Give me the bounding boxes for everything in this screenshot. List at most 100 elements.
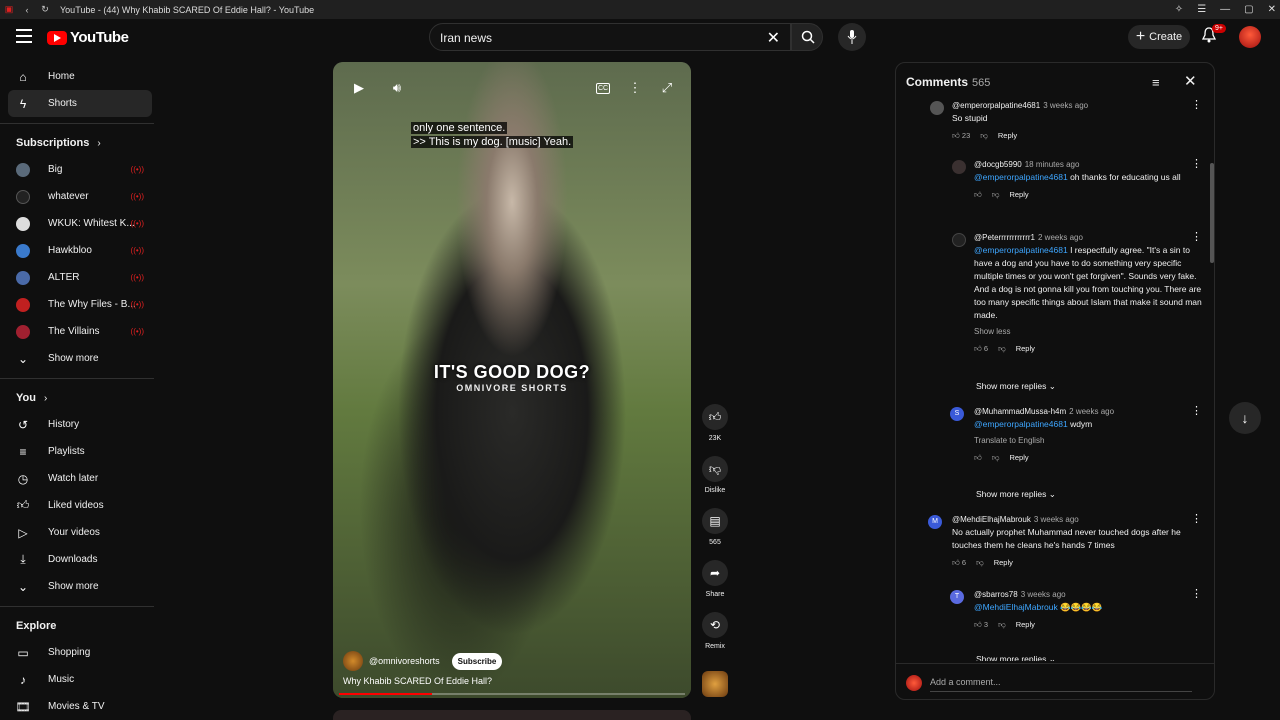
show-more-replies-button[interactable]: Show more replies ⌄ — [976, 489, 1056, 500]
next-short-preview[interactable] — [333, 710, 691, 720]
sidebar-item-home[interactable]: ⌂ Home — [8, 63, 152, 90]
sidebar-item-history[interactable]: ↺ History — [8, 411, 152, 438]
show-less-button[interactable]: Show less — [974, 325, 1202, 338]
minimize-button[interactable]: — — [1220, 4, 1230, 15]
search-button[interactable] — [791, 23, 823, 51]
reply-button[interactable]: Reply — [998, 129, 1017, 142]
refresh-icon[interactable]: ↻ — [36, 4, 54, 15]
search-input[interactable]: Iran news — [440, 31, 492, 45]
thumbs-up-icon[interactable]: 👍︎ — [974, 451, 982, 464]
reply-button[interactable]: Reply — [994, 556, 1013, 569]
more-options-icon[interactable]: ⋮ — [1191, 588, 1202, 601]
comment-avatar[interactable] — [952, 233, 966, 247]
hamburger-menu-icon[interactable] — [16, 29, 32, 43]
add-comment-input[interactable]: Add a comment... — [930, 677, 1001, 687]
sidebar-item-shopping[interactable]: ▭ Shopping — [8, 639, 152, 666]
comment-avatar[interactable]: T — [950, 590, 964, 604]
notifications-button[interactable]: 9+ — [1201, 24, 1226, 47]
next-short-button[interactable]: ↓ — [1229, 402, 1261, 434]
youtube-logo[interactable]: YouTube — [47, 29, 129, 46]
channel-avatar[interactable] — [343, 651, 363, 671]
show-more-replies-button[interactable]: Show more replies ⌄ — [976, 381, 1056, 392]
thumbs-up-icon[interactable]: 👍︎ 23 — [952, 129, 970, 142]
progress-bar[interactable] — [339, 693, 685, 695]
comment-avatar[interactable]: S — [950, 407, 964, 421]
thumbs-down-icon[interactable]: 👎︎ — [976, 556, 984, 569]
sidebar-item-subscription[interactable]: whatever ((•)) — [8, 183, 152, 210]
comment-author[interactable]: @emperorpalpatine4681 — [952, 101, 1040, 110]
remix-button[interactable]: ⟲ Remix — [700, 612, 730, 650]
thumbs-down-icon[interactable]: 👎︎ — [998, 618, 1006, 631]
thumbs-up-icon[interactable]: 👍︎ 3 — [974, 618, 988, 631]
video-title[interactable]: Why Khabib SCARED Of Eddie Hall? — [343, 676, 492, 686]
thumbs-down-icon[interactable]: 👎︎ — [992, 451, 1000, 464]
comment-avatar[interactable]: M — [928, 515, 942, 529]
show-more-subscriptions[interactable]: ⌄ Show more — [8, 345, 152, 372]
sidebar-item-music[interactable]: ♪ Music — [8, 666, 152, 693]
comment-author[interactable]: @docgb5990 — [974, 160, 1022, 169]
search-box[interactable]: Iran news ✕ — [429, 23, 791, 51]
sidebar-item-subscription[interactable]: ALTER ((•)) — [8, 264, 152, 291]
comment-author[interactable]: @MuhammadMussa-h4m — [974, 407, 1066, 416]
sort-icon[interactable]: ≡ — [1152, 75, 1160, 90]
translate-button[interactable]: Translate to English — [974, 434, 1202, 447]
you-heading[interactable]: You › — [0, 385, 160, 411]
comment-author[interactable]: @MehdiElhajMabrouk — [952, 515, 1031, 524]
shorts-player[interactable]: ▶ 🔊︎ CC ⋮ ⤢ only one sentence. >> This i… — [333, 62, 691, 698]
menu-icon[interactable]: ☰ — [1197, 4, 1206, 15]
sidebar-item-subscription[interactable]: Hawkbloo ((•)) — [8, 237, 152, 264]
sidebar-item-subscription[interactable]: The Villains ((•)) — [8, 318, 152, 345]
maximize-button[interactable]: ▢ — [1244, 4, 1253, 15]
clear-search-icon[interactable]: ✕ — [767, 28, 780, 48]
sidebar-item-liked-videos[interactable]: 👍︎ Liked videos — [8, 492, 152, 519]
sidebar-item-playlists[interactable]: ≡ Playlists — [8, 438, 152, 465]
fullscreen-icon[interactable]: ⤢ — [657, 80, 677, 100]
comment-mention[interactable]: @emperorpalpatine4681 — [974, 172, 1068, 182]
extensions-icon[interactable]: ✧ — [1175, 4, 1183, 15]
dislike-button[interactable]: 👎︎ Dislike — [700, 456, 730, 494]
more-options-icon[interactable]: ⋮ — [1191, 158, 1202, 171]
sidebar-item-movies[interactable]: 🎞︎ Movies & TV — [8, 693, 152, 720]
comment-author[interactable]: @Peterrrrrrrrrrrr1 — [974, 233, 1035, 242]
show-more-you[interactable]: ⌄ Show more — [8, 573, 152, 600]
more-options-icon[interactable]: ⋮ — [1191, 231, 1202, 244]
voice-search-button[interactable] — [838, 23, 866, 51]
play-icon[interactable]: ▶ — [349, 80, 369, 100]
account-avatar[interactable] — [1239, 26, 1261, 48]
sidebar-item-watch-later[interactable]: ◷ Watch later — [8, 465, 152, 492]
sidebar-item-downloads[interactable]: ⤓ Downloads — [8, 546, 152, 573]
create-button[interactable]: + Create — [1128, 25, 1190, 49]
scrollbar[interactable] — [1210, 163, 1214, 263]
reply-button[interactable]: Reply — [1009, 451, 1028, 464]
subscriptions-heading[interactable]: Subscriptions › — [0, 130, 160, 156]
thumbs-up-icon[interactable]: 👍︎ 6 — [952, 556, 966, 569]
reply-button[interactable]: Reply — [1016, 618, 1035, 631]
comment-avatar[interactable] — [930, 101, 944, 115]
close-window-button[interactable]: ✕ — [1268, 4, 1276, 15]
close-icon[interactable]: ✕ — [1184, 72, 1197, 90]
more-options-icon[interactable]: ⋮ — [1191, 99, 1202, 112]
sidebar-item-shorts[interactable]: ϟ Shorts — [8, 90, 152, 117]
share-button[interactable]: ➦ Share — [700, 560, 730, 598]
show-more-replies-button[interactable]: Show more replies ⌄ — [976, 654, 1056, 661]
more-options-icon[interactable]: ⋮ — [625, 80, 645, 100]
thumbs-up-icon[interactable]: 👍︎ 6 — [974, 342, 988, 355]
comment-author[interactable]: @sbarros78 — [974, 590, 1018, 599]
volume-icon[interactable]: 🔊︎ — [387, 80, 407, 100]
sidebar-item-subscription[interactable]: The Why Files - B... ((•)) — [8, 291, 152, 318]
sidebar-item-subscription[interactable]: WKUK: Whitest K... ((•)) — [8, 210, 152, 237]
comment-mention[interactable]: @emperorpalpatine4681 — [974, 245, 1068, 255]
more-options-icon[interactable]: ⋮ — [1191, 513, 1202, 526]
sidebar-item-subscription[interactable]: Big ((•)) — [8, 156, 152, 183]
reply-button[interactable]: Reply — [1009, 188, 1028, 201]
thumbs-up-icon[interactable]: 👍︎ — [974, 188, 982, 201]
more-options-icon[interactable]: ⋮ — [1191, 405, 1202, 418]
thumbs-down-icon[interactable]: 👎︎ — [998, 342, 1006, 355]
comment-mention[interactable]: @emperorpalpatine4681 — [974, 419, 1068, 429]
channel-name[interactable]: @omnivoreshorts — [369, 656, 440, 666]
thumbs-down-icon[interactable]: 👎︎ — [992, 188, 1000, 201]
like-button[interactable]: 👍︎ 23K — [700, 404, 730, 442]
reply-button[interactable]: Reply — [1016, 342, 1035, 355]
subscribe-button[interactable]: Subscribe — [451, 652, 503, 670]
thumbs-down-icon[interactable]: 👎︎ — [980, 129, 988, 142]
